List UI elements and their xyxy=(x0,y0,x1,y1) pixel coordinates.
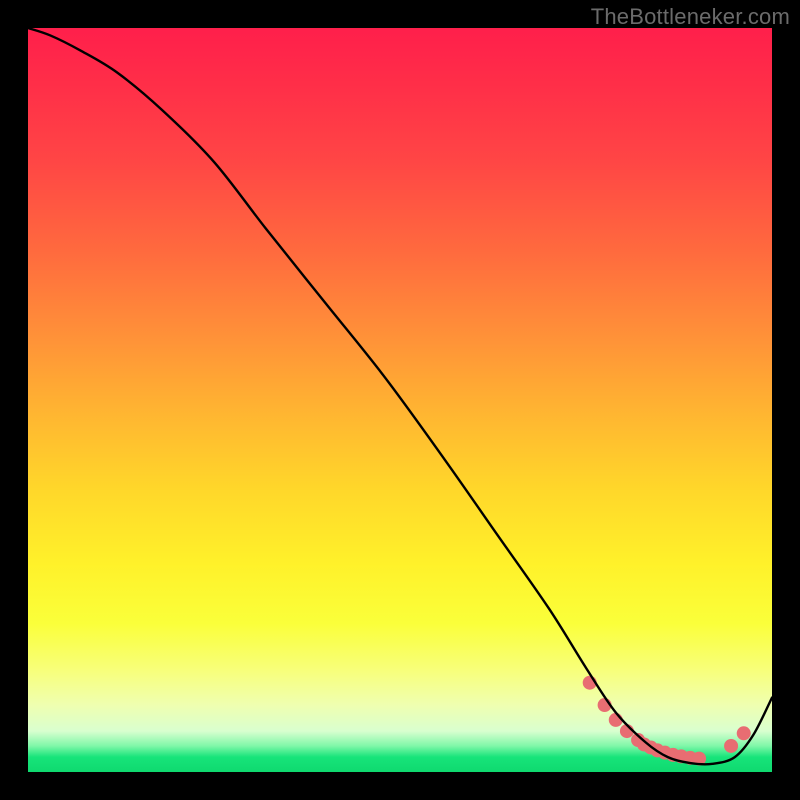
chart-stage: TheBottleneker.com xyxy=(0,0,800,800)
markers-group xyxy=(583,676,751,766)
marker-dot xyxy=(737,726,751,740)
series-curve xyxy=(28,28,772,764)
marker-dot xyxy=(724,739,738,753)
plot-area xyxy=(28,28,772,772)
watermark-text: TheBottleneker.com xyxy=(591,4,790,30)
chart-svg xyxy=(28,28,772,772)
